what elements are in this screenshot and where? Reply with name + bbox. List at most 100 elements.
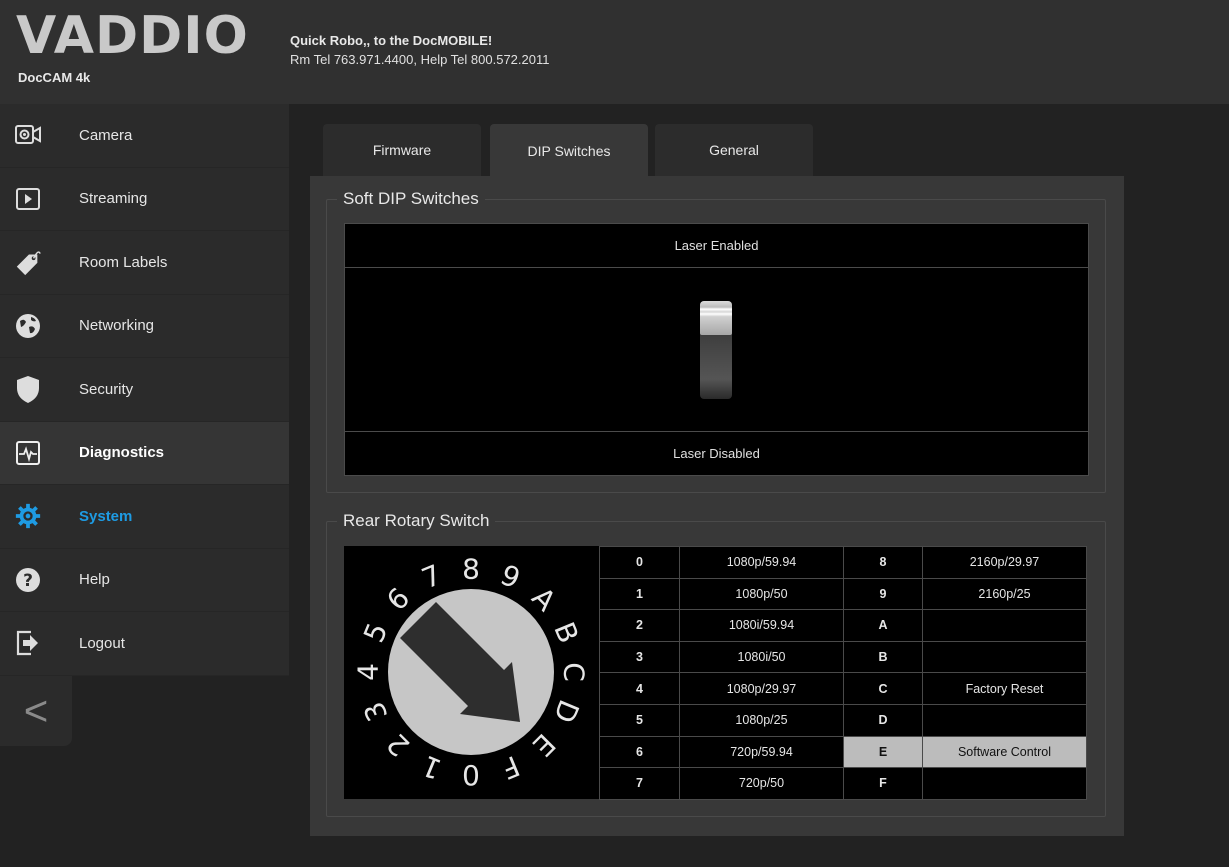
tab-label: Firmware bbox=[372, 142, 432, 158]
video-mode-cell: 1080p/25 bbox=[679, 703, 844, 737]
logout-icon bbox=[14, 629, 42, 657]
switch-position-cell: 4 bbox=[599, 672, 680, 705]
video-mode-cell: 1080i/59.94 bbox=[679, 609, 844, 642]
dial-digit: 8 bbox=[462, 553, 480, 586]
video-mode-cell bbox=[922, 640, 1087, 674]
sidebar-item-security[interactable]: Security bbox=[0, 358, 289, 422]
switch-position-cell: 0 bbox=[599, 546, 680, 579]
video-mode-cell bbox=[922, 609, 1087, 642]
switch-position-cell: D bbox=[843, 703, 923, 737]
model-name: DocCAM 4k bbox=[18, 70, 91, 85]
globe-icon bbox=[14, 312, 42, 340]
video-mode-cell: Software Control bbox=[922, 735, 1087, 769]
switch-position-cell: 2 bbox=[599, 609, 680, 642]
video-mode-cell: 720p/59.94 bbox=[679, 735, 844, 769]
gear-icon bbox=[14, 502, 42, 530]
switch-position-cell: B bbox=[843, 640, 923, 674]
dial-digit: 6 bbox=[380, 581, 416, 617]
video-mode-cell: 1080p/59.94 bbox=[679, 546, 844, 579]
table-row: 3 1080i/50 B bbox=[599, 640, 1087, 674]
dial-digit: 1 bbox=[417, 749, 446, 786]
table-row: 2 1080i/59.94 A bbox=[599, 609, 1087, 642]
dial-digit: A bbox=[525, 581, 562, 618]
sidebar-item-label: Logout bbox=[79, 634, 125, 652]
dial-digit: 4 bbox=[352, 663, 385, 681]
pulse-icon bbox=[14, 439, 42, 467]
dial-digit: C bbox=[558, 662, 591, 682]
sidebar-item-label: Help bbox=[79, 571, 110, 589]
sidebar-item-networking[interactable]: Networking bbox=[0, 295, 289, 358]
dip-switch-panel: Laser Enabled Laser Disabled bbox=[344, 223, 1089, 476]
sidebar-item-logout[interactable]: Logout bbox=[0, 612, 289, 676]
header: VADDIO DocCAM 4k Quick Robo,, to the Doc… bbox=[0, 0, 1229, 104]
table-row: 6 720p/59.94 E Software Control bbox=[599, 735, 1087, 769]
laser-disabled-label: Laser Disabled bbox=[673, 446, 760, 461]
sidebar-item-camera[interactable]: Camera bbox=[0, 104, 289, 168]
soft-dip-title: Soft DIP Switches bbox=[337, 189, 485, 209]
laser-dip-switch[interactable] bbox=[700, 301, 732, 399]
room-label-line2: Rm Tel 763.971.4400, Help Tel 800.572.20… bbox=[290, 52, 550, 67]
room-label-line1: Quick Robo,, to the DocMOBILE! bbox=[290, 33, 493, 48]
dial-digit: F bbox=[497, 749, 525, 786]
switch-position-cell: 1 bbox=[599, 577, 680, 611]
sidebar-item-label: Security bbox=[79, 380, 134, 398]
sidebar-item-label: Streaming bbox=[79, 190, 148, 208]
rotary-settings-table: 0 1080p/59.94 8 2160p/29.97 1 1080p/50 9 2160p/… bbox=[599, 546, 1087, 800]
collapse-sidebar-button[interactable]: < bbox=[0, 676, 72, 746]
sidebar-item-label: Room Labels bbox=[79, 253, 168, 271]
sidebar-item-label: Camera bbox=[79, 126, 133, 144]
svg-text:?: ? bbox=[23, 571, 33, 591]
switch-knob[interactable] bbox=[700, 301, 732, 335]
sidebar-item-room-labels[interactable]: Room Labels bbox=[0, 231, 289, 295]
switch-position-cell: 9 bbox=[843, 577, 923, 611]
rotary-dial: 0123 4 56789ABCDEF bbox=[344, 546, 599, 799]
tab-dip-switches[interactable]: DIP Switches bbox=[490, 124, 648, 177]
dip-bottom-label: Laser Disabled bbox=[345, 431, 1088, 475]
switch-position-cell: 3 bbox=[599, 640, 680, 674]
video-mode-cell: 720p/50 bbox=[679, 767, 844, 800]
video-mode-cell: 1080p/50 bbox=[679, 577, 844, 611]
rotary-title: Rear Rotary Switch bbox=[337, 511, 496, 531]
video-mode-cell: Factory Reset bbox=[922, 672, 1087, 705]
table-row: 7 720p/50 F bbox=[599, 767, 1087, 800]
dial-digit: 5 bbox=[357, 618, 394, 647]
sidebar-item-diagnostics[interactable]: Diagnostics bbox=[0, 421, 289, 485]
dial-digit: 2 bbox=[380, 727, 416, 763]
dial-digit: 9 bbox=[496, 558, 525, 595]
tab-label: DIP Switches bbox=[527, 142, 611, 159]
sidebar: Camera Streaming Room Labels Networking … bbox=[0, 104, 289, 676]
table-row: 1 1080p/50 9 2160p/25 bbox=[599, 577, 1087, 611]
chevron-left-icon: < bbox=[23, 687, 49, 734]
sidebar-item-streaming[interactable]: Streaming bbox=[0, 168, 289, 231]
dial-digit: B bbox=[547, 617, 585, 647]
video-mode-cell: 2160p/25 bbox=[922, 577, 1087, 611]
tab-firmware[interactable]: Firmware bbox=[323, 124, 481, 176]
sidebar-item-system[interactable]: System bbox=[0, 485, 289, 549]
table-row: 5 1080p/25 D bbox=[599, 703, 1087, 737]
tag-icon bbox=[14, 248, 42, 276]
sidebar-item-label: System bbox=[79, 507, 133, 525]
sidebar-item-label: Diagnostics bbox=[79, 444, 165, 462]
table-row: 0 1080p/59.94 8 2160p/29.97 bbox=[599, 546, 1087, 579]
dial-digit: 3 bbox=[357, 697, 394, 726]
dial-digit: 0 bbox=[462, 759, 480, 792]
dial-digit: D bbox=[547, 695, 586, 728]
question-icon: ? bbox=[14, 566, 42, 594]
dip-top-label: Laser Enabled bbox=[345, 224, 1088, 268]
video-mode-cell bbox=[922, 767, 1087, 800]
camera-icon bbox=[14, 121, 42, 149]
dial-digit: 7 bbox=[417, 558, 446, 595]
play-icon bbox=[14, 185, 42, 213]
sidebar-item-help[interactable]: ? Help bbox=[0, 549, 289, 612]
video-mode-cell bbox=[922, 703, 1087, 737]
table-row: 4 1080p/29.97 C Factory Reset bbox=[599, 672, 1087, 705]
rotary-dial-graphic: 0123 4 567 8 9ABCDEF bbox=[352, 553, 591, 792]
switch-position-cell: 6 bbox=[599, 735, 680, 769]
switch-position-cell: E bbox=[843, 735, 923, 769]
dial-digit: E bbox=[526, 727, 562, 763]
video-mode-cell: 1080p/29.97 bbox=[679, 672, 844, 705]
tab-general[interactable]: General bbox=[655, 124, 813, 176]
tab-label: General bbox=[709, 142, 759, 158]
switch-position-cell: 5 bbox=[599, 703, 680, 737]
video-mode-cell: 1080i/50 bbox=[679, 640, 844, 674]
